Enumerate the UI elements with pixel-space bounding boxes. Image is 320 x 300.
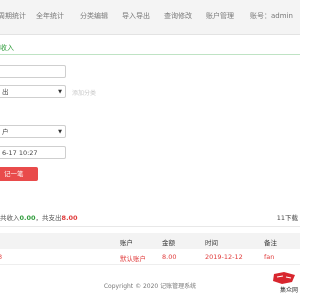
header-account: 账户	[120, 239, 133, 247]
row-cell-first: 3	[0, 253, 3, 261]
row-cell-amount: 8.00	[162, 253, 177, 261]
add-category-link[interactable]: 添加分类	[72, 88, 96, 97]
nav-item-query-edit[interactable]: 查询修改	[164, 11, 192, 21]
account-select[interactable]: 户 ▼	[0, 125, 66, 138]
nav-item-account-manage[interactable]: 账户管理	[206, 11, 234, 21]
account-select-value: 户	[2, 128, 9, 136]
footer-copyright: Copyright © 2020 记账管理系统	[103, 283, 197, 290]
nav-item-import-export[interactable]: 导入导出	[122, 11, 150, 21]
datetime-input[interactable]: 6-17 10:27	[0, 146, 66, 159]
table-row[interactable]: 3 默认账户 8.00 2019-12-12 fan	[0, 250, 300, 265]
category-select-value: 出	[2, 88, 9, 96]
income-total: 0.00	[19, 214, 36, 222]
section-divider	[0, 54, 300, 55]
table-header: 账户 金额 时间 备注	[0, 233, 300, 249]
nav-item-year-stats[interactable]: 全年统计	[36, 11, 64, 21]
amount-input[interactable]	[0, 65, 66, 78]
nav-item-category-edit[interactable]: 分类编辑	[80, 11, 108, 21]
row-cell-note: fan	[264, 253, 275, 261]
nav-item-period-stats[interactable]: 周期统计	[0, 11, 26, 21]
logo-text: 集众网	[279, 287, 298, 294]
row-cell-time: 2019-12-12	[205, 253, 243, 261]
chevron-down-icon: ▼	[58, 129, 62, 135]
header-amount: 金额	[162, 239, 175, 247]
top-nav: 周期统计 全年统计 分类编辑 导入导出 查询修改 账户管理 账号：admin	[0, 0, 300, 35]
download-link[interactable]: 11下载	[277, 212, 298, 222]
header-time: 时间	[205, 239, 218, 247]
category-select[interactable]: 出 ▼	[0, 85, 66, 98]
income-section-label: 收入	[0, 44, 14, 52]
expense-total: 8.00	[61, 214, 78, 222]
submit-record-button[interactable]: 记一笔	[0, 167, 38, 181]
row-cell-account: 默认账户	[120, 255, 146, 263]
table-divider	[0, 226, 300, 227]
nav-item-user[interactable]: 账号：admin	[250, 11, 293, 21]
chevron-down-icon: ▼	[58, 89, 62, 95]
summary-text: 共收入0.00，共支出8.00	[0, 214, 78, 222]
header-note: 备注	[264, 239, 277, 247]
